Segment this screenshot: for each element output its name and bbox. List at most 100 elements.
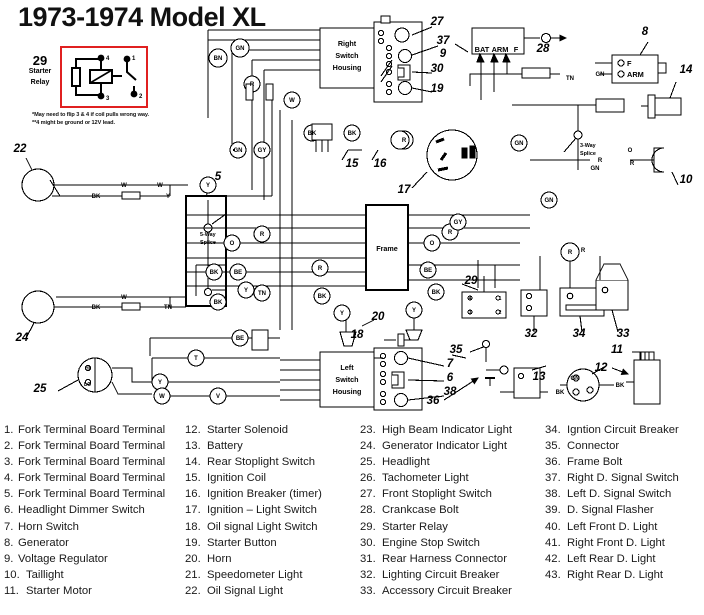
wire-code-y: Y xyxy=(206,183,210,189)
callout-11: 11 xyxy=(611,344,623,356)
legend-item-number: 13. xyxy=(185,440,201,453)
legend-item-number: 34. xyxy=(545,424,561,436)
inset-note-1: *May need to flip 3 & 4 if coil pulls wr… xyxy=(32,112,149,118)
legend-item-label: Taillight xyxy=(26,568,64,581)
legend-item: 10. Taillight xyxy=(4,567,184,583)
legend-item: 16. Ignition Breaker (timer) xyxy=(185,486,360,502)
wire-code-r: R xyxy=(318,266,323,272)
legend-item-number: 29. xyxy=(360,520,376,533)
legend-item-number: 27. xyxy=(360,488,376,501)
legend-item-number: 36. xyxy=(545,456,561,469)
legend-item-label: Oil Signal Light xyxy=(207,584,283,597)
legend-item-label: Left Rear D. Light xyxy=(567,552,656,565)
legend-item: 30. Engine Stop Switch xyxy=(360,535,545,551)
legend-item-label: Headlight Dimmer Switch xyxy=(18,504,145,517)
callout-34: 34 xyxy=(573,328,586,340)
wire-code-r: R xyxy=(598,158,603,164)
left-switch-housing-label-1: Left xyxy=(340,363,354,372)
legend-item-label: Ignition Breaker (timer) xyxy=(207,488,322,501)
wire-code-tn: TN xyxy=(566,76,574,82)
wire-code-r: R xyxy=(250,82,255,88)
component-legend: 1. Fork Terminal Board Terminal 2. Fork Ter… xyxy=(0,422,704,615)
legend-item: 20. Horn xyxy=(185,551,360,567)
headlight-terminal-lo: LO xyxy=(84,382,91,388)
legend-column-4: 34. Igntion Circuit Breaker 35. Connector 36… xyxy=(545,422,703,583)
wire-code-be: BE xyxy=(234,270,242,276)
legend-item: 6. Headlight Dimmer Switch xyxy=(4,502,184,518)
wire-code-gy: GY xyxy=(454,220,463,226)
legend-item: 43. Right Rear D. Light xyxy=(545,567,703,583)
callout-27: 27 xyxy=(430,16,444,28)
wire-code-y: Y xyxy=(412,308,416,314)
legend-item: 32. Lighting Circuit Breaker xyxy=(360,567,545,583)
frame-label: Frame xyxy=(376,244,398,253)
wire-code-tn: TN xyxy=(164,305,172,311)
wire-code-gn: GN xyxy=(236,46,245,52)
wire-code-r: R xyxy=(581,248,586,254)
wire-code-bk: BK xyxy=(318,294,327,300)
inset-label: 29 Starter Relay xyxy=(20,54,60,88)
legend-item-label: Right D. Signal Switch xyxy=(567,472,679,485)
legend-item-number: 31. xyxy=(360,552,376,565)
legend-item: 11. Starter Motor xyxy=(4,583,184,599)
legend-item-number: 38. xyxy=(545,488,561,501)
callout-37: 37 xyxy=(437,35,450,47)
legend-item-label: Fork Terminal Board Terminal xyxy=(18,440,166,453)
legend-item-label: Starter Motor xyxy=(26,584,92,597)
callout-19: 19 xyxy=(431,83,444,95)
inset-terminal-3: 3 xyxy=(106,96,110,102)
wire-code-y: Y xyxy=(244,288,248,294)
wire-code-bk: BK xyxy=(210,270,219,276)
legend-item-label: Frame Bolt xyxy=(567,456,623,469)
legend-item-label: Fork Terminal Board Terminal xyxy=(18,488,166,501)
inset-sub-1: Starter xyxy=(28,68,52,75)
wire-code-be: BE xyxy=(424,268,432,274)
wire-code-y: Y xyxy=(166,194,170,200)
wire-code-gn: GN xyxy=(591,166,600,172)
callout-17: 17 xyxy=(398,184,411,196)
callout-30: 30 xyxy=(431,63,444,75)
legend-item: 21. Speedometer Light xyxy=(185,567,360,583)
legend-item-label: Battery xyxy=(207,440,243,453)
legend-item-label: Fork Terminal Board Terminal xyxy=(18,472,166,485)
callout-16: 16 xyxy=(374,158,387,170)
callout-10: 10 xyxy=(680,174,693,186)
legend-item: 25. Headlight xyxy=(360,454,545,470)
generator-terminal-arm: ARM xyxy=(627,70,644,79)
wire-code-gn: GN xyxy=(596,72,605,78)
wire-code-y: Y xyxy=(158,380,162,386)
legend-item-label: Accessory Circuit Breaker xyxy=(382,584,512,597)
legend-item-number: 16. xyxy=(185,488,201,501)
wire-code-o: O xyxy=(628,148,633,154)
wire-code-be: BE xyxy=(236,336,244,342)
wire-code-bk: BK xyxy=(556,390,565,396)
legend-item-label: Starter Button xyxy=(207,536,277,549)
callout-24: 24 xyxy=(15,332,29,344)
wire-code-gy: GY xyxy=(258,148,267,154)
legend-item-label: Voltage Regulator xyxy=(18,552,108,565)
legend-item: 17. Ignition – Light Switch xyxy=(185,502,360,518)
legend-item-number: 4. xyxy=(4,472,14,485)
legend-item: 42. Left Rear D. Light xyxy=(545,551,703,567)
wire-code-r: R xyxy=(630,161,635,167)
wire-code-w: W xyxy=(157,183,163,189)
legend-column-2: 12. Starter Solenoid 13. Battery 14. Rear Sto… xyxy=(185,422,360,599)
generator-terminal-f: F xyxy=(627,59,632,68)
callout-6: 6 xyxy=(447,372,454,384)
legend-item: 34. Igntion Circuit Breaker xyxy=(545,422,703,438)
callout-29: 29 xyxy=(464,275,478,287)
legend-item-label: Connector xyxy=(567,440,620,453)
right-switch-housing-label-2: Switch xyxy=(335,51,358,60)
legend-item: 4. Fork Terminal Board Terminal xyxy=(4,470,184,486)
legend-item-number: 42. xyxy=(545,552,561,565)
wire-code-gn: GN xyxy=(234,148,243,154)
legend-item: 41. Right Front D. Light xyxy=(545,535,703,551)
callout-7: 7 xyxy=(447,358,454,370)
wire-code-w: W xyxy=(121,295,127,301)
legend-item-label: Ignition – Light Switch xyxy=(207,504,317,517)
inset-terminal-1: 1 xyxy=(132,56,136,62)
legend-item-number: 12. xyxy=(185,424,201,436)
callout-36: 36 xyxy=(427,395,440,407)
callout-12: 12 xyxy=(595,362,608,374)
legend-item-number: 23. xyxy=(360,424,376,436)
